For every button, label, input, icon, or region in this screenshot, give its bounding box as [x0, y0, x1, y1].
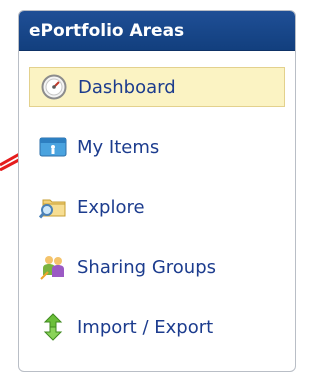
nav-item-dashboard[interactable]: Dashboard — [29, 67, 285, 107]
nav-item-sharing-groups[interactable]: Sharing Groups — [29, 247, 285, 287]
my-items-id-card-icon — [39, 133, 67, 161]
panel-title: ePortfolio Areas — [19, 11, 295, 51]
nav-label-my-items: My Items — [77, 136, 160, 158]
explore-folder-magnifier-icon — [39, 193, 67, 221]
nav-label-import-export: Import / Export — [77, 316, 214, 338]
nav-label-sharing-groups: Sharing Groups — [77, 256, 216, 278]
import-export-arrows-icon — [39, 313, 67, 341]
dashboard-gauge-icon — [40, 73, 68, 101]
eportfolio-areas-panel: ePortfolio Areas Dashboard My Items Expl… — [18, 10, 296, 372]
nav-item-my-items[interactable]: My Items — [29, 127, 285, 167]
nav-item-import-export[interactable]: Import / Export — [29, 307, 285, 347]
nav-label-explore: Explore — [77, 196, 145, 218]
nav-label-dashboard: Dashboard — [78, 76, 176, 98]
nav-item-explore[interactable]: Explore — [29, 187, 285, 227]
sharing-groups-people-icon — [39, 253, 67, 281]
